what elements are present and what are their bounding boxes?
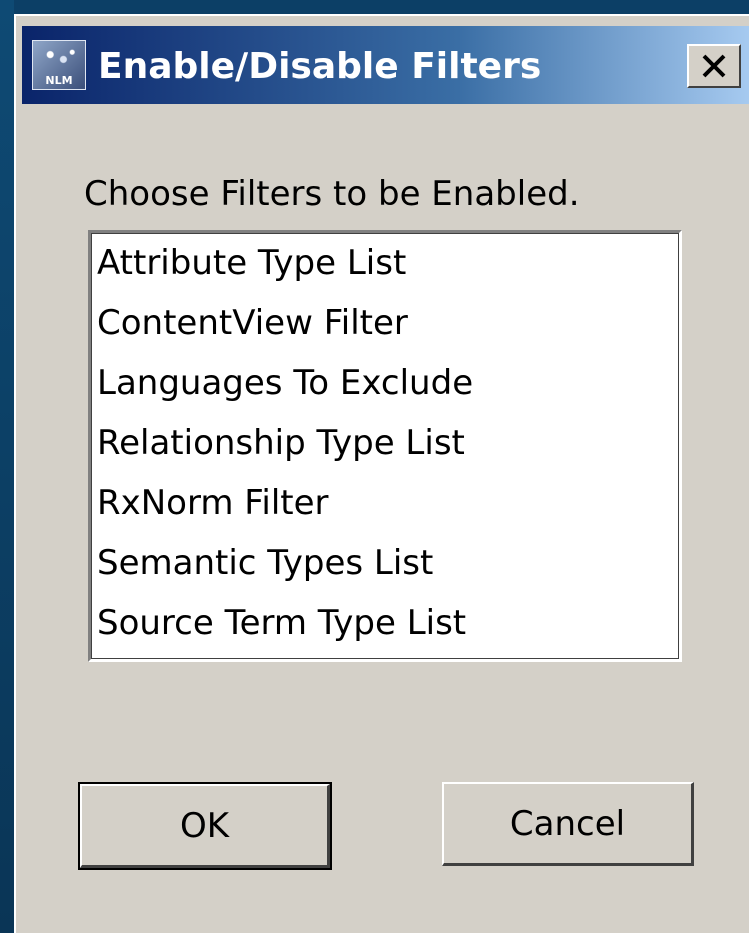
cancel-button[interactable]: Cancel <box>442 782 694 866</box>
list-item-languages-to-exclude[interactable]: Languages To Exclude <box>91 353 679 413</box>
filter-prompt-label: Choose Filters to be Enabled. <box>84 174 580 214</box>
app-icon-graphic <box>37 45 81 69</box>
title-bar[interactable]: NLM Enable/Disable Filters <box>22 26 749 104</box>
filter-listbox[interactable]: Attribute Type List ContentView Filter L… <box>88 230 682 662</box>
list-item-source-term-type-list[interactable]: Source Term Type List <box>91 593 679 653</box>
filter-dialog: NLM Enable/Disable Filters Choose Filter… <box>14 14 749 933</box>
list-item-semantic-types-list[interactable]: Semantic Types List <box>91 533 679 593</box>
list-item-contentview-filter[interactable]: ContentView Filter <box>91 293 679 353</box>
list-item-attribute-type-list[interactable]: Attribute Type List <box>91 233 679 293</box>
ok-button[interactable]: OK <box>78 782 332 870</box>
desktop-background <box>0 0 14 933</box>
window-title: Enable/Disable Filters <box>98 46 542 87</box>
nlm-app-icon: NLM <box>32 40 86 90</box>
close-button[interactable] <box>687 44 741 88</box>
app-icon-text: NLM <box>45 74 73 87</box>
list-item-relationship-type-list[interactable]: Relationship Type List <box>91 413 679 473</box>
list-item-rxnorm-filter[interactable]: RxNorm Filter <box>91 473 679 533</box>
close-icon <box>702 54 726 78</box>
